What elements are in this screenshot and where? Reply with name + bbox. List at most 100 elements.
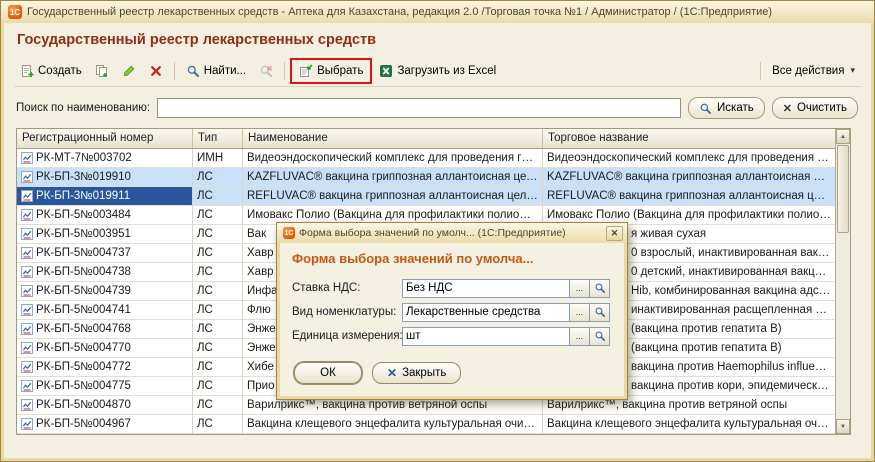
vat-rate-open-button[interactable] xyxy=(590,279,610,298)
cell-type[interactable]: ЛС xyxy=(193,415,243,434)
cell-text: Энже xyxy=(247,342,276,354)
cell-text: ЛС xyxy=(197,342,213,354)
cell-type[interactable]: ЛС xyxy=(193,301,243,320)
cell-reg[interactable]: РК-МТ-7№003702 xyxy=(17,149,193,168)
column-header-reg-number[interactable]: Регистрационный номер xyxy=(17,129,193,148)
scroll-up-button[interactable]: ▲ xyxy=(836,129,850,144)
cell-reg[interactable]: РК-БП-5№004775 xyxy=(17,377,193,396)
cell-text: ЛС xyxy=(197,228,213,240)
catalog-item-icon xyxy=(21,304,33,316)
cell-type[interactable]: ИМН xyxy=(193,149,243,168)
cell-reg[interactable]: РК-БП-5№004739 xyxy=(17,282,193,301)
catalog-item-icon xyxy=(21,266,33,278)
cell-type[interactable]: ЛС xyxy=(193,187,243,206)
close-button[interactable]: ✕ Закрыть xyxy=(372,362,461,384)
cell-text: РК-БП-5№004967 xyxy=(36,418,131,430)
column-header-trade-name[interactable]: Торговое название xyxy=(543,129,850,148)
load-excel-button[interactable]: Загрузить из Excel xyxy=(373,60,502,82)
defaults-selection-dialog: 1С Форма выбора значений по умолч... (1С… xyxy=(276,222,628,400)
select-button-label: Выбрать xyxy=(317,65,363,77)
cell-reg[interactable]: РК-БП-5№004737 xyxy=(17,244,193,263)
cell-type[interactable]: ЛС xyxy=(193,168,243,187)
cell-type[interactable]: ЛС xyxy=(193,244,243,263)
delete-button[interactable] xyxy=(143,60,169,82)
cell-type[interactable]: ЛС xyxy=(193,263,243,282)
cell-trade[interactable]: Видеоэндоскопический комплекс для провед… xyxy=(543,149,835,168)
cell-trade[interactable]: Вакцина клещевого энцефалита культуральн… xyxy=(543,415,835,434)
nomenclature-kind-select-button[interactable]: ... xyxy=(570,303,590,322)
column-header-type[interactable]: Тип xyxy=(193,129,243,148)
cell-type[interactable]: ЛС xyxy=(193,320,243,339)
cell-name[interactable]: Видеоэндоскопический комплекс для провед… xyxy=(243,149,543,168)
clear-button[interactable]: ✕ Очистить xyxy=(772,97,858,119)
search-button[interactable]: Искать xyxy=(688,97,765,119)
table-row[interactable]: РК-БП-3№019911 ЛС REFLUVAC® вакцина гриппо… xyxy=(17,187,835,206)
cell-reg[interactable]: РК-БП-3№019910 xyxy=(17,168,193,187)
cell-type[interactable]: ЛС xyxy=(193,206,243,225)
catalog-item-icon xyxy=(21,361,33,373)
dialog-titlebar[interactable]: 1С Форма выбора значений по умолч... (1С… xyxy=(277,223,627,243)
cell-reg[interactable]: РК-БП-5№004870 xyxy=(17,396,193,415)
cell-text: РК-БП-5№003951 xyxy=(36,228,131,240)
create-button[interactable]: Создать xyxy=(14,60,88,82)
1c-logo-icon: 1С xyxy=(8,5,22,19)
toolbar-separator xyxy=(174,62,175,80)
cell-trade[interactable]: REFLUVAC® вакцина гриппозная аллантоисна… xyxy=(543,187,835,206)
cell-type[interactable]: ЛС xyxy=(193,339,243,358)
add-copy-button[interactable] xyxy=(89,60,115,82)
clear-x-icon: ✕ xyxy=(783,102,792,115)
cell-type[interactable]: ЛС xyxy=(193,358,243,377)
cell-reg[interactable]: РК-БП-5№003951 xyxy=(17,225,193,244)
edit-button[interactable] xyxy=(116,60,142,82)
cell-type[interactable]: ЛС xyxy=(193,377,243,396)
nomenclature-kind-input[interactable] xyxy=(402,303,570,322)
table-row[interactable]: РК-БП-5№004967 ЛС Вакцина клещевого энцефа… xyxy=(17,415,835,434)
search-input[interactable] xyxy=(157,98,681,118)
cell-type[interactable]: ЛС xyxy=(193,282,243,301)
unit-input[interactable] xyxy=(402,327,570,346)
nomenclature-kind-open-button[interactable] xyxy=(590,303,610,322)
cell-reg[interactable]: РК-БП-3№019911 xyxy=(17,187,193,206)
vat-rate-input[interactable] xyxy=(402,279,570,298)
cell-name[interactable]: REFLUVAC® вакцина гриппозная аллантоисна… xyxy=(243,187,543,206)
table-row[interactable]: РК-МТ-7№003702ИМНВидеоэндоскопический ко… xyxy=(17,149,835,168)
excel-icon xyxy=(379,64,393,78)
cell-type[interactable]: ЛС xyxy=(193,225,243,244)
scroll-track[interactable] xyxy=(836,234,850,419)
cell-name[interactable]: Вакцина клещевого энцефалита культуральн… xyxy=(243,415,543,434)
field-row-unit: Единица измерения: ... xyxy=(292,326,612,346)
vertical-scrollbar[interactable]: ▲ ▼ xyxy=(835,129,850,434)
window-titlebar[interactable]: 1С Государственный реестр лекарственных … xyxy=(1,1,874,23)
cell-text: РК-БП-5№004738 xyxy=(36,266,131,278)
ok-button[interactable]: ОК xyxy=(294,362,362,384)
column-header-name[interactable]: Наименование xyxy=(243,129,543,148)
catalog-item-icon xyxy=(21,190,33,202)
dialog-close-icon[interactable]: ✕ xyxy=(606,226,623,241)
cell-text: Видеоэндоскопический комплекс для провед… xyxy=(547,152,831,164)
cell-text: REFLUVAC® вакцина гриппозная аллантоисна… xyxy=(547,190,831,202)
vat-rate-select-button[interactable]: ... xyxy=(570,279,590,298)
cell-reg[interactable]: РК-БП-5№004967 xyxy=(17,415,193,434)
cell-name[interactable]: KAZFLUVAC® вакцина гриппозная аллантоисн… xyxy=(243,168,543,187)
cell-text: ЛС xyxy=(197,209,213,221)
cell-type[interactable]: ЛС xyxy=(193,396,243,415)
cell-text: ЛС xyxy=(197,418,213,430)
all-actions-button[interactable]: Все действия ▾ xyxy=(766,61,861,81)
cell-text: РК-БП-5№004870 xyxy=(36,399,131,411)
cell-reg[interactable]: РК-БП-5№003484 xyxy=(17,206,193,225)
unit-select-button[interactable]: ... xyxy=(570,327,590,346)
table-row[interactable]: РК-БП-3№019910ЛСKAZFLUVAC® вакцина грипп… xyxy=(17,168,835,187)
find-button[interactable]: Найти... xyxy=(180,60,252,82)
scroll-down-button[interactable]: ▼ xyxy=(836,419,850,434)
copy-document-icon xyxy=(95,64,109,78)
cell-reg[interactable]: РК-БП-5№004738 xyxy=(17,263,193,282)
cell-reg[interactable]: РК-БП-5№004741 xyxy=(17,301,193,320)
select-button[interactable]: Выбрать xyxy=(293,60,369,82)
cell-reg[interactable]: РК-БП-5№004772 xyxy=(17,358,193,377)
scroll-thumb[interactable] xyxy=(837,145,849,233)
cell-reg[interactable]: РК-БП-5№004770 xyxy=(17,339,193,358)
cell-reg[interactable]: РК-БП-5№004768 xyxy=(17,320,193,339)
cell-text: ЛС xyxy=(197,190,213,202)
cell-trade[interactable]: KAZFLUVAC® вакцина гриппозная аллантоисн… xyxy=(543,168,835,187)
unit-open-button[interactable] xyxy=(590,327,610,346)
